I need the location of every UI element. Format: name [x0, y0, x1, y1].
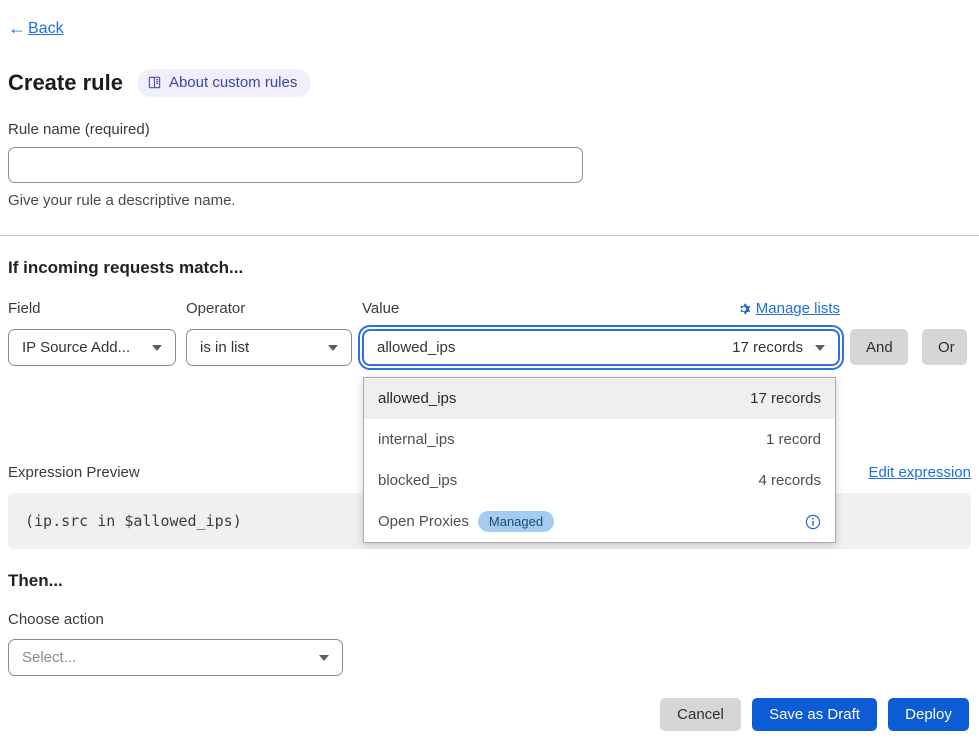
info-icon[interactable]: [805, 514, 821, 530]
list-option-name: internal_ips: [378, 431, 455, 448]
back-link-label: Back: [28, 20, 64, 38]
action-select-placeholder: Select...: [22, 649, 76, 666]
value-select-records: 17 records: [732, 339, 803, 356]
back-arrow-icon: ←: [8, 18, 26, 39]
expression-code: (ip.src in $allowed_ips): [25, 512, 242, 530]
page-title: Create rule: [8, 70, 123, 96]
list-option-name: blocked_ips: [378, 472, 457, 489]
gear-icon: [737, 302, 751, 316]
chevron-down-icon: [328, 345, 338, 351]
manage-lists-label: Manage lists: [756, 300, 840, 317]
book-icon: [147, 75, 162, 90]
field-label: Field: [8, 300, 176, 317]
list-option-records: 4 records: [758, 472, 821, 489]
chevron-down-icon: [815, 345, 825, 351]
create-rule-page: ←Back Create rule About custom rules Rul…: [0, 0, 979, 739]
value-select-value: allowed_ips: [377, 339, 455, 356]
expression-preview-label: Expression Preview: [8, 464, 140, 481]
list-option-open-proxies[interactable]: Open Proxies Managed: [364, 501, 835, 542]
section-divider: [0, 235, 979, 236]
match-section-heading: If incoming requests match...: [8, 258, 971, 278]
then-section-heading: Then...: [8, 571, 971, 591]
back-row: ←Back: [8, 18, 971, 39]
condition-row: Field IP Source Add... Operator is in li…: [8, 300, 971, 366]
back-link[interactable]: ←Back: [8, 18, 64, 39]
manage-lists-link[interactable]: Manage lists: [737, 300, 840, 317]
chevron-down-icon: [319, 655, 329, 661]
footer-actions: Cancel Save as Draft Deploy: [8, 698, 971, 731]
operator-column: Operator is in list: [186, 300, 352, 366]
about-custom-rules-label: About custom rules: [169, 74, 297, 91]
field-select[interactable]: IP Source Add...: [8, 329, 176, 366]
deploy-button[interactable]: Deploy: [888, 698, 969, 731]
list-option-internal-ips[interactable]: internal_ips 1 record: [364, 419, 835, 460]
value-label: Value: [362, 300, 399, 317]
value-column: Value Manage lists allowed_ips 17 record…: [362, 300, 840, 366]
managed-badge: Managed: [478, 511, 554, 532]
list-option-records: 1 record: [766, 431, 821, 448]
action-select[interactable]: Select...: [8, 639, 343, 676]
value-select[interactable]: allowed_ips 17 records: [362, 329, 840, 366]
chevron-down-icon: [152, 345, 162, 351]
rule-name-label: Rule name (required): [8, 121, 971, 138]
cancel-button[interactable]: Cancel: [660, 698, 741, 731]
list-option-allowed-ips[interactable]: allowed_ips 17 records: [364, 378, 835, 419]
save-as-draft-button[interactable]: Save as Draft: [752, 698, 877, 731]
or-button[interactable]: Or: [922, 329, 967, 365]
value-header: Value Manage lists: [362, 300, 840, 317]
about-custom-rules-link[interactable]: About custom rules: [137, 69, 311, 97]
list-option-name: allowed_ips: [378, 390, 456, 407]
list-option-name: Open Proxies: [378, 513, 469, 530]
rule-name-input[interactable]: [8, 147, 583, 183]
field-column: Field IP Source Add...: [8, 300, 176, 366]
rule-name-help-text: Give your rule a descriptive name.: [8, 192, 971, 209]
logic-buttons: And Or: [850, 329, 967, 365]
list-dropdown-panel: allowed_ips 17 records internal_ips 1 re…: [363, 377, 836, 543]
operator-select[interactable]: is in list: [186, 329, 352, 366]
and-button[interactable]: And: [850, 329, 908, 365]
list-option-blocked-ips[interactable]: blocked_ips 4 records: [364, 460, 835, 501]
field-select-value: IP Source Add...: [22, 339, 130, 356]
edit-expression-link[interactable]: Edit expression: [868, 464, 971, 481]
choose-action-label: Choose action: [8, 611, 971, 628]
operator-label: Operator: [186, 300, 352, 317]
title-row: Create rule About custom rules: [8, 69, 971, 97]
operator-select-value: is in list: [200, 339, 249, 356]
list-option-records: 17 records: [750, 390, 821, 407]
